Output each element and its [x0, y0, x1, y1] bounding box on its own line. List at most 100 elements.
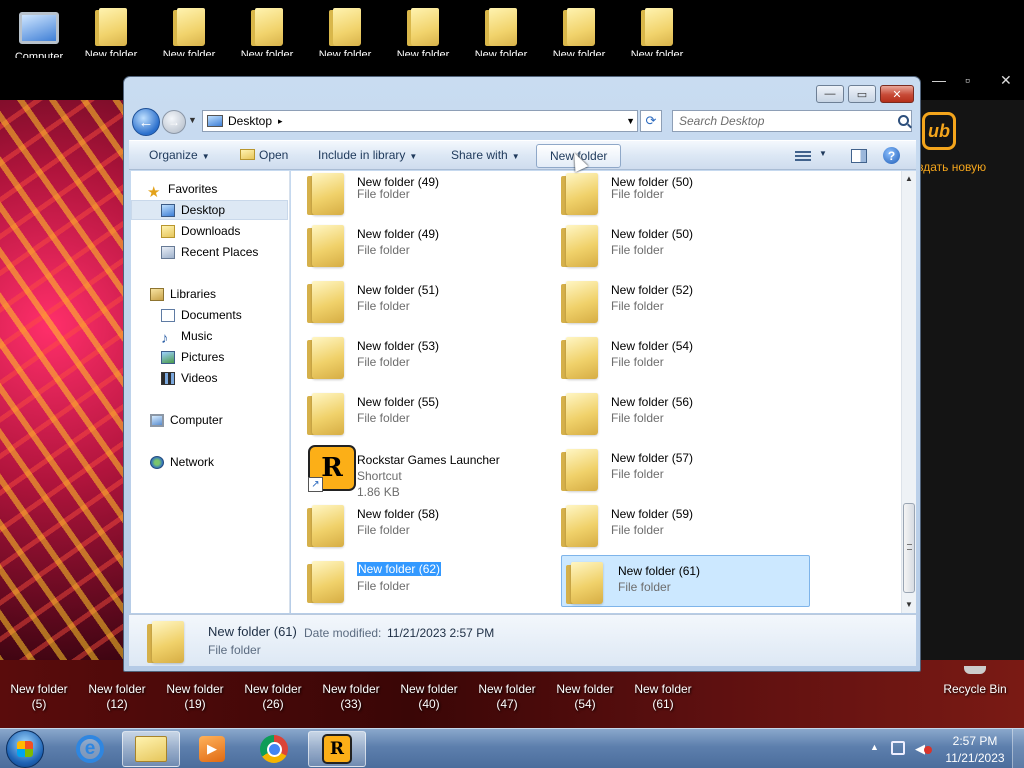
maximize-button[interactable]: ▭ [848, 85, 876, 103]
chevron-down-icon[interactable]: ▼ [819, 149, 827, 158]
desktop-icon-computer[interactable]: Computer [0, 6, 78, 58]
organize-button[interactable]: Organize ▼ [149, 148, 210, 162]
desktop-icon-label: New folder [634, 682, 692, 696]
scrollbar-thumb[interactable] [903, 503, 915, 593]
desktop-icon-new-folder-5[interactable]: New folder (5) [0, 682, 78, 712]
nav-favorites[interactable]: ★ Favorites [147, 179, 304, 201]
file-item[interactable]: New folder (49) File folder [291, 219, 541, 271]
taskbar-internet-explorer[interactable]: e [61, 731, 119, 767]
desktop-icon-label: New folder [396, 49, 450, 56]
desktop-icon-label: New folder [162, 49, 216, 56]
start-button[interactable] [6, 730, 44, 768]
minimize-button[interactable]: — [816, 85, 844, 103]
file-item-selected[interactable]: New folder (61) File folder [561, 555, 810, 607]
share-with-button[interactable]: Share with ▼ [451, 148, 520, 162]
nav-network[interactable]: Network [150, 452, 307, 472]
search-icon[interactable] [898, 115, 909, 126]
file-name: New folder (51) [357, 283, 440, 297]
desktop-icon-new-folder-33[interactable]: New folder (33) [312, 682, 390, 712]
taskbar-media-player[interactable]: ▶ [183, 731, 241, 767]
file-item[interactable]: New folder (54) File folder [545, 331, 795, 383]
close-button[interactable]: ✕ [880, 85, 914, 103]
search-input[interactable]: Search Desktop [672, 110, 912, 132]
file-name: New folder (54) [611, 339, 694, 353]
details-date-label: Date modified: [304, 626, 382, 640]
rename-input[interactable]: New folder (62) [357, 562, 442, 576]
nav-computer[interactable]: Computer [150, 410, 307, 430]
file-name: New folder (50) [611, 227, 694, 241]
breadcrumb-arrow-icon[interactable]: ▸ [278, 116, 283, 127]
file-item[interactable]: New folder (59) File folder [545, 499, 795, 551]
file-item[interactable]: New folder (50) File folder [545, 171, 795, 219]
recent-pages-dropdown[interactable]: ▼ [188, 115, 197, 125]
address-bar[interactable]: Desktop ▸ ▼ [202, 110, 638, 132]
desktop-icon-folder[interactable]: New folder [384, 6, 462, 56]
downloads-folder-icon [161, 224, 175, 238]
desktop-icon-new-folder-54[interactable]: New folder (54) [546, 682, 624, 712]
preview-pane-icon[interactable] [851, 149, 867, 163]
desktop-icon-folder[interactable]: New folder [306, 6, 384, 56]
clock-time[interactable]: 2:57 PM [950, 734, 1000, 748]
file-item-rockstar-launcher[interactable]: R ↗ Rockstar Games Launcher Shortcut 1.8… [291, 443, 541, 499]
folder-icon [561, 171, 599, 215]
chevron-down-icon[interactable]: ▼ [626, 116, 635, 126]
file-item[interactable]: New folder (56) File folder [545, 387, 795, 439]
vertical-scrollbar[interactable]: ▲ ▼ [901, 171, 916, 613]
desktop-icon-folder[interactable]: New folder [72, 6, 150, 56]
desktop-icon-label: New folder [244, 682, 302, 696]
background-app-caption[interactable]: здать новую [918, 160, 986, 174]
address-location[interactable]: Desktop [228, 114, 272, 128]
desktop-icon-recycle-bin[interactable]: Recycle Bin [936, 666, 1014, 697]
desktop-icon-folder[interactable]: New folder [618, 6, 696, 56]
background-app-logo: ub [922, 112, 956, 150]
include-in-library-button[interactable]: Include in library ▼ [318, 148, 417, 162]
desktop-icon-number: (33) [340, 697, 362, 711]
grip-icon [907, 544, 912, 550]
scroll-up-icon[interactable]: ▲ [902, 171, 916, 187]
desktop-icon-label: New folder [318, 49, 372, 56]
file-item[interactable]: New folder (49) File folder [291, 171, 541, 219]
file-item-renaming[interactable]: New folder (62) File folder [291, 555, 541, 607]
nav-desktop[interactable]: Desktop [131, 200, 288, 220]
help-icon[interactable]: ? [883, 147, 900, 164]
background-app-maximize-icon[interactable]: ▫ [965, 72, 970, 88]
show-desktop-button[interactable] [1012, 729, 1024, 768]
background-app-close-icon[interactable]: ✕ [1000, 72, 1012, 89]
network-tray-icon[interactable] [891, 741, 905, 755]
desktop-icon-new-folder-26[interactable]: New folder (26) [234, 682, 312, 712]
taskbar-windows-explorer[interactable] [122, 731, 180, 767]
taskbar-rockstar-launcher[interactable]: R [308, 731, 366, 767]
folder-icon [561, 503, 599, 547]
background-app-minimize-icon[interactable]: — [932, 72, 946, 88]
forward-button[interactable]: → [162, 110, 186, 134]
desktop-icon-folder[interactable]: New folder [150, 6, 228, 56]
desktop-icon-folder[interactable]: New folder [462, 6, 540, 56]
nav-libraries[interactable]: Libraries [150, 284, 307, 304]
file-item[interactable]: New folder (51) File folder [291, 275, 541, 327]
desktop-icon-new-folder-12[interactable]: New folder (12) [78, 682, 156, 712]
file-item[interactable]: New folder (53) File folder [291, 331, 541, 383]
clock-date[interactable]: 11/21/2023 [940, 751, 1010, 765]
desktop-icon-new-folder-47[interactable]: New folder (47) [468, 682, 546, 712]
file-item[interactable]: New folder (58) File folder [291, 499, 541, 551]
file-type: File folder [357, 579, 410, 593]
change-view-icon[interactable] [795, 151, 811, 163]
desktop-icon-new-folder-40[interactable]: New folder (40) [390, 682, 468, 712]
file-item[interactable]: New folder (52) File folder [545, 275, 795, 327]
folder-icon [307, 335, 345, 379]
file-name: New folder (57) [611, 451, 694, 465]
back-button[interactable]: ← [132, 108, 160, 136]
desktop-icon-folder[interactable]: New folder [540, 6, 618, 56]
desktop-icon-new-folder-19[interactable]: New folder (19) [156, 682, 234, 712]
desktop-icon-folder[interactable]: New folder [228, 6, 306, 56]
taskbar-chrome[interactable] [245, 731, 303, 767]
file-item[interactable]: New folder (55) File folder [291, 387, 541, 439]
details-file-name: New folder (61) [208, 624, 297, 639]
file-item[interactable]: New folder (57) File folder [545, 443, 795, 495]
desktop-icon-new-folder-61[interactable]: New folder (61) [624, 682, 702, 712]
show-hidden-icons-icon[interactable]: ▲ [870, 742, 879, 752]
refresh-button[interactable]: ⟳ [640, 110, 662, 132]
scroll-down-icon[interactable]: ▼ [902, 597, 916, 613]
open-button[interactable]: Open [240, 148, 288, 162]
file-item[interactable]: New folder (50) File folder [545, 219, 795, 271]
